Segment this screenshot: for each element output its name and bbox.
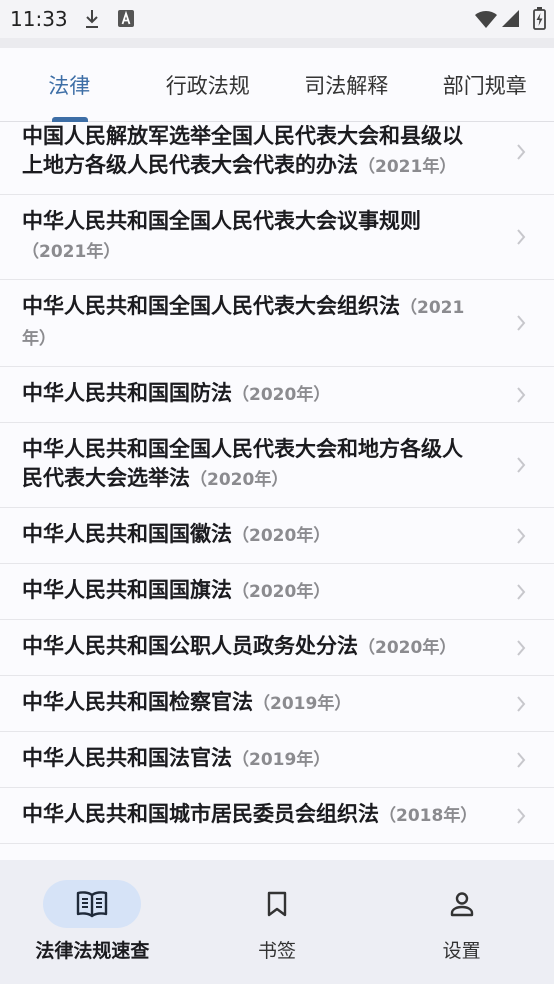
download-icon [84, 9, 100, 29]
bookmark-icon [260, 890, 294, 918]
law-year: （2020年） [232, 582, 331, 602]
nav-label: 书签 [258, 940, 297, 962]
tab-department-rules[interactable]: 部门规章 [416, 48, 554, 121]
chevron-right-icon [516, 695, 526, 713]
tab-judicial-interpretations[interactable]: 司法解释 [277, 48, 416, 121]
law-list-item[interactable]: 中华人民共和国国防法（2020年） [0, 367, 554, 423]
law-list-item[interactable]: 中华人民共和国国旗法（2020年） [0, 564, 554, 620]
law-list-item[interactable]: 中国人民解放军选举全国人民代表大会和县级以上地方各级人民代表大会代表的办法（20… [0, 122, 554, 195]
law-title: 中华人民共和国国徽法 [22, 522, 232, 546]
tab-label: 司法解释 [304, 73, 389, 98]
law-year: （2020年） [358, 638, 457, 658]
chevron-right-icon [516, 143, 526, 161]
law-year: （2019年） [253, 694, 352, 714]
law-year: （2018年） [379, 806, 478, 826]
status-time: 11:33 [10, 7, 68, 31]
wifi-icon [475, 10, 497, 28]
chevron-right-icon [516, 456, 526, 474]
law-list-item[interactable]: 中华人民共和国法官法（2019年） [0, 732, 554, 788]
header-separator [0, 38, 554, 48]
law-year: （2021年） [22, 242, 121, 262]
law-list-item-partial[interactable] [0, 844, 554, 860]
chevron-right-icon [516, 228, 526, 246]
law-title: 中华人民共和国城市居民委员会组织法 [22, 802, 379, 826]
tab-label: 行政法规 [165, 73, 250, 98]
law-title: 中华人民共和国法官法 [22, 746, 232, 770]
law-list-item[interactable]: 中华人民共和国国徽法（2020年） [0, 508, 554, 564]
nav-settings[interactable]: 设置 [369, 860, 554, 984]
nav-law-lookup[interactable]: 法律法规速查 [0, 860, 185, 984]
law-list-item[interactable]: 中华人民共和国全国人民代表大会和地方各级人民代表大会选举法（2020年） [0, 423, 554, 508]
law-list-item[interactable]: 中华人民共和国公职人员政务处分法（2020年） [0, 620, 554, 676]
book-open-icon [75, 890, 109, 918]
chevron-right-icon [516, 527, 526, 545]
text-a-icon [118, 10, 134, 27]
law-title: 中华人民共和国国旗法 [22, 578, 232, 602]
tab-label: 法律 [48, 73, 91, 98]
chevron-right-icon [516, 386, 526, 404]
chevron-right-icon [516, 314, 526, 332]
person-icon [445, 890, 479, 918]
law-year: （2019年） [232, 750, 331, 770]
category-tab-bar: 法律 行政法规 司法解释 部门规章 [0, 48, 554, 122]
law-title: 中华人民共和国检察官法 [22, 690, 253, 714]
chevron-right-icon [516, 583, 526, 601]
law-list-item[interactable]: 中华人民共和国城市居民委员会组织法（2018年） [0, 788, 554, 844]
tab-laws[interactable]: 法律 [0, 48, 139, 122]
tab-label: 部门规章 [442, 73, 527, 98]
chevron-right-icon [516, 639, 526, 657]
law-year: （2020年） [190, 470, 289, 490]
chevron-right-icon [516, 751, 526, 769]
nav-label: 法律法规速查 [35, 940, 150, 962]
law-title: 中华人民共和国全国人民代表大会议事规则 [22, 209, 421, 233]
law-title: 中华人民共和国国防法 [22, 381, 232, 405]
law-title: 中华人民共和国公职人员政务处分法 [22, 634, 358, 658]
law-list[interactable]: 中国人民解放军选举全国人民代表大会和县级以上地方各级人民代表大会代表的办法（20… [0, 122, 554, 860]
bottom-navigation: 法律法规速查 书签 设置 [0, 860, 554, 984]
law-list-item[interactable]: 中华人民共和国全国人民代表大会议事规则 （2021年） [0, 195, 554, 280]
signal-icon [502, 10, 519, 27]
law-year: （2021年） [358, 157, 457, 177]
law-year: （2020年） [232, 385, 331, 405]
tab-administrative-regulations[interactable]: 行政法规 [139, 48, 278, 121]
chevron-right-icon [516, 807, 526, 825]
nav-label: 设置 [442, 940, 481, 962]
law-list-item[interactable]: 中华人民共和国检察官法（2019年） [0, 676, 554, 732]
law-title: 中华人民共和国全国人民代表大会组织法 [22, 294, 400, 318]
status-bar: 11:33 [0, 0, 554, 38]
nav-bookmarks[interactable]: 书签 [185, 860, 370, 984]
law-year: （2020年） [232, 526, 331, 546]
law-list-item[interactable]: 中华人民共和国全国人民代表大会组织法（2021年） [0, 280, 554, 367]
battery-charging-icon [533, 7, 546, 30]
